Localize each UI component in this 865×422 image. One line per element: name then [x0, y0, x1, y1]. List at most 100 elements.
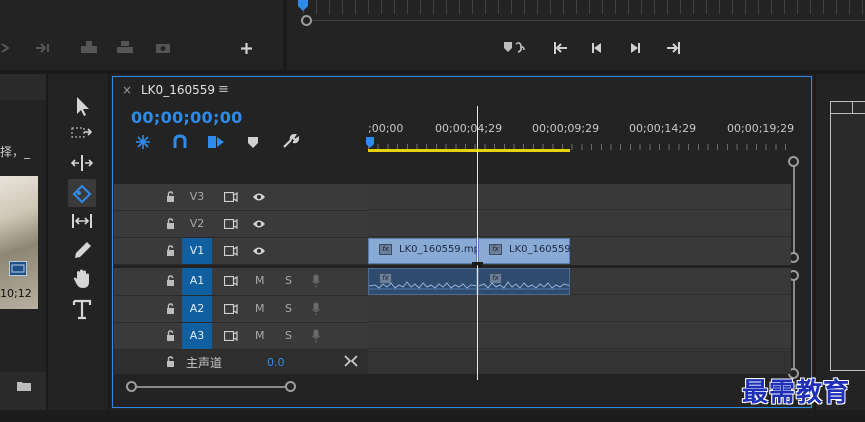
go-to-out-icon[interactable]	[665, 41, 681, 55]
fx-badge[interactable]: fx	[489, 244, 502, 255]
timeline-tab-title[interactable]: LK0_160559	[141, 83, 215, 97]
track-lane-master[interactable]	[368, 350, 791, 374]
snap-icon[interactable]	[172, 134, 188, 150]
program-zoom-handle[interactable]	[301, 15, 312, 26]
track-target-a3[interactable]: A3	[182, 323, 212, 349]
microphone-icon[interactable]	[312, 329, 320, 343]
go-to-in-icon[interactable]	[553, 41, 569, 55]
track-target-v1[interactable]: V1	[182, 238, 212, 264]
lock-icon[interactable]	[166, 356, 175, 367]
vscroll-video-top[interactable]	[788, 156, 799, 167]
step-forward-icon[interactable]	[34, 41, 50, 55]
microphone-icon[interactable]	[312, 274, 320, 288]
track-lane-v3[interactable]	[368, 184, 791, 210]
sync-lock-icon[interactable]	[224, 276, 238, 286]
timeline-settings-wrench-icon[interactable]	[281, 134, 299, 150]
clip-name: LK0_160559.	[509, 244, 574, 255]
sync-lock-icon[interactable]	[224, 331, 238, 341]
track-header-a2: A2 M S	[114, 296, 368, 322]
vertical-scrollbar-audio[interactable]	[793, 276, 795, 374]
timeline-playhead-icon[interactable]	[365, 137, 375, 149]
master-track-label: 主声道	[186, 356, 223, 370]
step-back-icon[interactable]	[0, 41, 14, 55]
selection-tool-icon[interactable]	[70, 94, 94, 118]
solo-button[interactable]: S	[285, 323, 292, 349]
sync-lock-icon[interactable]	[224, 304, 238, 314]
hzoom-left-handle[interactable]	[126, 381, 137, 392]
slip-tool-icon[interactable]	[70, 209, 94, 233]
program-timeline-line[interactable]	[303, 20, 865, 21]
type-tool-icon[interactable]	[70, 297, 94, 321]
project-partial-text: 择，_	[0, 145, 31, 159]
insert-icon[interactable]	[80, 40, 98, 54]
timeline-tab-close[interactable]: ×	[122, 83, 132, 97]
track-target-v3[interactable]: V3	[182, 184, 212, 210]
eye-icon[interactable]	[252, 246, 266, 256]
video-clip-1[interactable]: fx LK0_160559.mp	[368, 238, 480, 264]
lock-icon[interactable]	[166, 275, 175, 286]
track-lane-a2[interactable]	[368, 296, 791, 322]
lock-icon[interactable]	[166, 218, 175, 229]
sync-lock-icon[interactable]	[224, 219, 238, 229]
vertical-scrollbar-video[interactable]	[793, 162, 795, 258]
overwrite-icon[interactable]	[116, 40, 134, 54]
lock-icon[interactable]	[166, 303, 175, 314]
master-track-volume[interactable]: 0.0	[267, 356, 285, 369]
eye-icon[interactable]	[252, 219, 266, 229]
razor-tool-icon[interactable]	[70, 181, 94, 205]
sync-lock-icon[interactable]	[224, 246, 238, 256]
add-button-icon[interactable]	[240, 42, 253, 55]
nest-toggle-icon[interactable]	[135, 134, 151, 150]
track-target-a1[interactable]: A1	[182, 268, 212, 295]
playhead-line[interactable]	[477, 106, 478, 380]
track-lane-v2[interactable]	[368, 211, 791, 237]
lock-icon[interactable]	[166, 191, 175, 202]
work-area-bar[interactable]	[368, 149, 570, 152]
audio-waveform	[479, 281, 569, 290]
track-header-master: 主声道 0.0	[114, 350, 368, 374]
video-clip-2[interactable]: fx LK0_160559.	[478, 238, 574, 264]
marker-link-icon[interactable]	[502, 40, 526, 56]
lock-icon[interactable]	[166, 330, 175, 341]
clip-name: LK0_160559.mp	[399, 244, 480, 255]
fx-badge[interactable]: fx	[379, 244, 392, 255]
solo-button[interactable]: S	[285, 268, 292, 294]
track-select-tool-icon[interactable]	[70, 122, 94, 146]
audio-clip-1[interactable]: fx	[368, 268, 477, 295]
linked-selection-icon[interactable]	[207, 134, 225, 150]
track-header-a1: A1 M S	[114, 268, 368, 295]
track-lane-a3[interactable]	[368, 323, 791, 349]
sequence-badge-icon	[9, 261, 27, 276]
pen-tool-icon[interactable]	[70, 239, 94, 263]
bottom-bar	[0, 410, 865, 422]
hzoom-right-handle[interactable]	[285, 381, 296, 392]
ripple-edit-tool-icon[interactable]	[70, 151, 94, 175]
solo-button[interactable]: S	[285, 296, 292, 322]
mute-button[interactable]: M	[255, 296, 265, 322]
lock-icon[interactable]	[166, 245, 175, 256]
horizontal-zoom-track[interactable]	[132, 386, 292, 388]
step-forward-frame-icon[interactable]	[628, 41, 642, 55]
mute-button[interactable]: M	[255, 323, 265, 349]
go-to-end-icon[interactable]	[344, 355, 358, 367]
program-playhead-icon[interactable]	[297, 0, 309, 12]
sync-lock-icon[interactable]	[224, 192, 238, 202]
track-target-v2[interactable]: V2	[182, 211, 212, 237]
audio-waveform	[369, 281, 476, 290]
camera-icon[interactable]	[155, 41, 171, 54]
mute-button[interactable]: M	[255, 268, 265, 294]
track-header-a3: A3 M S	[114, 323, 368, 349]
add-marker-icon[interactable]	[247, 136, 259, 149]
hand-tool-icon[interactable]	[70, 267, 94, 291]
eye-icon[interactable]	[252, 192, 266, 202]
ruler-label-0: ;00;00	[368, 122, 404, 135]
timecode-display[interactable]: 00;00;00;00	[131, 108, 243, 127]
thumbnail-duration: 10;12	[0, 287, 32, 300]
track-target-a2[interactable]: A2	[182, 296, 212, 322]
timeline-tab-menu[interactable]: ≡	[218, 82, 229, 97]
edit-point-mark-top	[472, 262, 483, 268]
step-back-frame-icon[interactable]	[590, 41, 604, 55]
folder-icon[interactable]	[16, 380, 32, 392]
microphone-icon[interactable]	[312, 302, 320, 316]
audio-clip-2[interactable]: fx	[478, 268, 570, 295]
